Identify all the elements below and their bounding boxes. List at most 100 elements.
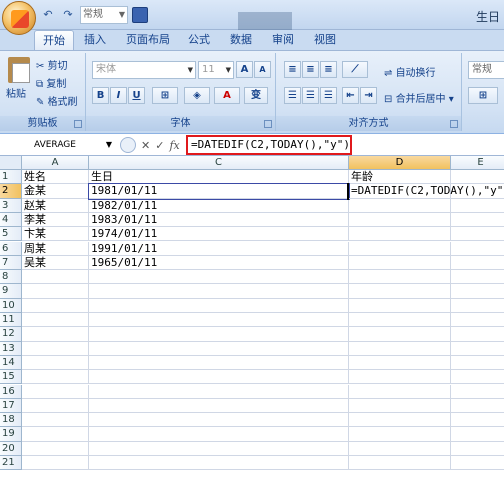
bold-button[interactable]: B — [92, 87, 109, 104]
row-header-11[interactable]: 11 — [0, 313, 22, 328]
cell-c17[interactable] — [89, 398, 349, 414]
cell-c1[interactable]: 生日 — [89, 170, 349, 185]
cell-e15[interactable] — [451, 370, 504, 385]
row-header-16[interactable]: 16 — [0, 384, 22, 399]
cell-e13[interactable] — [451, 342, 504, 356]
cell-a12[interactable] — [22, 327, 89, 342]
align-right-icon[interactable]: ☰ — [320, 87, 337, 104]
row-header-21[interactable]: 21 — [0, 456, 22, 471]
cell-a20[interactable] — [22, 441, 89, 456]
cell-a15[interactable] — [22, 370, 89, 385]
paste-button[interactable]: 粘贴 — [6, 85, 26, 100]
cell-e6[interactable] — [451, 242, 504, 256]
cell-c8[interactable] — [89, 270, 349, 285]
cell-d4[interactable] — [349, 212, 451, 228]
cell-d12[interactable] — [349, 327, 451, 342]
dialog-launcher-icon[interactable] — [264, 120, 272, 128]
cell-d20[interactable] — [349, 441, 451, 456]
row-header-5[interactable]: 5 — [0, 227, 22, 242]
enter-icon[interactable]: ✓ — [155, 139, 164, 152]
style-combo[interactable]: 常规 ▼ — [80, 6, 128, 24]
row-header-13[interactable]: 13 — [0, 341, 22, 356]
cell-d5[interactable] — [349, 227, 451, 242]
cell-c13[interactable] — [89, 341, 349, 356]
cell-c19[interactable] — [89, 427, 349, 442]
align-center-icon[interactable]: ☰ — [302, 87, 319, 104]
row-header-19[interactable]: 19 — [0, 427, 22, 442]
row-header-15[interactable]: 15 — [0, 370, 22, 385]
cell-c20[interactable] — [89, 441, 349, 456]
increase-indent-icon[interactable]: ⇥ — [360, 87, 377, 104]
cell-c9[interactable] — [89, 284, 349, 299]
cell-c4[interactable]: 1983/01/11 — [89, 212, 349, 228]
cell-e17[interactable] — [451, 399, 504, 414]
column-header-d[interactable]: D — [349, 156, 451, 170]
office-button[interactable] — [2, 1, 36, 35]
cell-e11[interactable] — [451, 313, 504, 328]
row-header-17[interactable]: 17 — [0, 398, 22, 414]
row-header-8[interactable]: 8 — [0, 270, 22, 285]
cell-d11[interactable] — [349, 313, 451, 328]
align-left-icon[interactable]: ☰ — [284, 87, 301, 104]
shrink-font-button[interactable]: A — [254, 61, 271, 78]
cancel-icon[interactable]: ✕ — [141, 139, 150, 152]
cell-c2[interactable]: 1981/01/11 — [89, 184, 349, 199]
cell-a19[interactable] — [22, 427, 89, 442]
italic-button[interactable]: I — [110, 87, 127, 104]
cell-e5[interactable] — [451, 227, 504, 242]
cell-d2[interactable]: =DATEDIF(C2,TODAY(),"y") — [349, 184, 504, 199]
cell-d18[interactable] — [349, 413, 451, 428]
name-box[interactable]: AVERAGE ▼ — [4, 136, 114, 154]
row-header-10[interactable]: 10 — [0, 298, 22, 313]
row-header-7[interactable]: 7 — [0, 255, 22, 271]
cell-e4[interactable] — [451, 213, 504, 228]
cell-a9[interactable] — [22, 284, 89, 299]
cell-d13[interactable] — [349, 341, 451, 356]
cell-d15[interactable] — [349, 370, 451, 385]
merge-center-button[interactable]: ⊟ 合并后居中 ▾ — [384, 90, 454, 105]
cell-c7[interactable]: 1965/01/11 — [89, 255, 349, 271]
cell-a1[interactable]: 姓名 — [22, 170, 89, 185]
cell-e12[interactable] — [451, 327, 504, 342]
cell-c10[interactable] — [89, 298, 349, 313]
cell-e14[interactable] — [451, 356, 504, 371]
cell-a17[interactable] — [22, 398, 89, 414]
cell-c16[interactable] — [89, 384, 349, 399]
format-painter-button[interactable]: ✎ 格式刷 — [36, 93, 78, 108]
cell-a6[interactable]: 周某 — [22, 241, 89, 256]
font-color-icon[interactable]: A — [214, 87, 240, 104]
cell-c18[interactable] — [89, 413, 349, 428]
cell-a2[interactable]: 金某 — [22, 184, 89, 199]
cell-a4[interactable]: 李某 — [22, 212, 89, 228]
cell-e20[interactable] — [451, 442, 504, 456]
cell-e18[interactable] — [451, 413, 504, 428]
cell-d3[interactable] — [349, 198, 451, 213]
cell-a10[interactable] — [22, 298, 89, 313]
cut-button[interactable]: ✂ 剪切 — [36, 57, 68, 72]
border-icon[interactable]: ⊞ — [152, 87, 178, 104]
cell-d7[interactable] — [349, 255, 451, 271]
currency-icon[interactable]: ⊞ — [468, 87, 498, 104]
tab-page-layout[interactable]: 页面布局 — [120, 30, 176, 50]
row-header-1[interactable]: 1 — [0, 170, 22, 185]
cell-a16[interactable] — [22, 384, 89, 399]
cell-e1[interactable] — [451, 170, 504, 185]
row-header-2[interactable]: 2 — [0, 184, 22, 199]
column-header-c[interactable]: C — [89, 156, 349, 170]
tab-data[interactable]: 数据 — [226, 30, 256, 50]
cell-d21[interactable] — [349, 456, 451, 471]
align-middle-icon[interactable]: ≡ — [302, 61, 319, 78]
row-header-20[interactable]: 20 — [0, 441, 22, 456]
tab-home[interactable]: 开始 — [34, 30, 74, 50]
expand-icon[interactable] — [120, 137, 136, 153]
cell-c15[interactable] — [89, 370, 349, 385]
row-header-12[interactable]: 12 — [0, 327, 22, 342]
cell-d9[interactable] — [349, 284, 451, 299]
tab-insert[interactable]: 插入 — [80, 30, 110, 50]
cell-a21[interactable] — [22, 456, 89, 471]
cell-a11[interactable] — [22, 313, 89, 328]
align-top-icon[interactable]: ≡ — [284, 61, 301, 78]
cell-c12[interactable] — [89, 327, 349, 342]
cell-d14[interactable] — [349, 355, 451, 371]
cell-d8[interactable] — [349, 270, 451, 285]
